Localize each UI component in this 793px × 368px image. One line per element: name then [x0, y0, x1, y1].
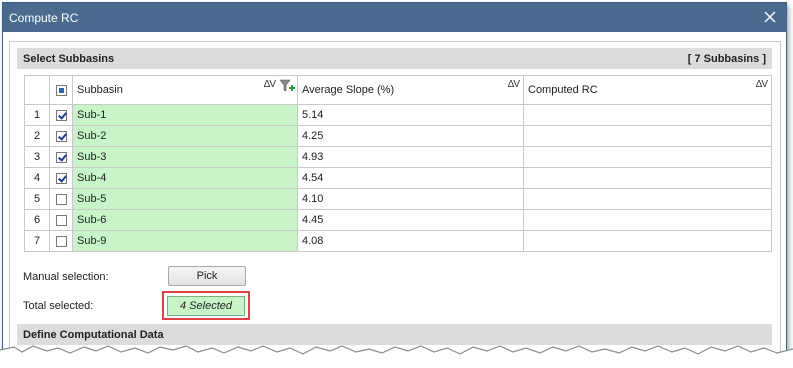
subbasin-name-cell[interactable]: Sub-3 [72, 146, 298, 168]
computed-rc-cell[interactable] [523, 209, 772, 231]
compute-rc-dialog: Compute RC Select Subbasins [ 7 Subbasin… [2, 2, 787, 358]
row-number: 4 [24, 167, 50, 189]
sort-icon[interactable]: ΔV [756, 79, 768, 90]
computed-rc-cell[interactable] [523, 188, 772, 210]
average-slope-cell[interactable]: 5.14 [297, 104, 524, 126]
row-checkbox[interactable] [55, 214, 67, 226]
column-header-average-slope[interactable]: Average Slope (%) ΔV [297, 75, 524, 105]
total-selected-value: 4 Selected [167, 296, 245, 316]
filter-add-icon[interactable] [279, 79, 295, 96]
row-checkbox[interactable] [55, 172, 67, 184]
total-selected-label: Total selected: [23, 300, 94, 312]
row-number: 3 [24, 146, 50, 168]
row-number: 1 [24, 104, 50, 126]
sort-icon[interactable]: ΔV [508, 79, 520, 90]
row-checkbox[interactable] [55, 235, 67, 247]
table-row[interactable]: 1 Sub-1 5.14 [24, 104, 772, 126]
row-checkbox[interactable] [55, 151, 67, 163]
row-number-header [24, 75, 50, 105]
computed-rc-cell[interactable] [523, 167, 772, 189]
row-checkbox[interactable] [55, 130, 67, 142]
table-row[interactable]: 4 Sub-4 4.54 [24, 167, 772, 189]
row-number: 6 [24, 209, 50, 231]
computed-rc-cell[interactable] [523, 104, 772, 126]
close-icon[interactable] [760, 7, 780, 27]
row-number: 7 [24, 230, 50, 252]
row-checkbox[interactable] [55, 109, 67, 121]
table-row[interactable]: 7 Sub-9 4.08 [24, 230, 772, 252]
select-all-checkbox[interactable] [55, 84, 67, 96]
column-header-subbasin[interactable]: Subbasin ΔV [72, 75, 298, 105]
average-slope-cell[interactable]: 4.25 [297, 125, 524, 147]
computed-rc-cell[interactable] [523, 146, 772, 168]
table-row[interactable]: 3 Sub-3 4.93 [24, 146, 772, 168]
row-checkbox[interactable] [55, 193, 67, 205]
subbasin-name-cell[interactable]: Sub-9 [72, 230, 298, 252]
row-number: 2 [24, 125, 50, 147]
subbasin-name-cell[interactable]: Sub-1 [72, 104, 298, 126]
subbasin-name-cell[interactable]: Sub-5 [72, 188, 298, 210]
subbasin-grid: Subbasin ΔV Average Slope (%) ΔV Compute… [24, 75, 772, 252]
section-title: Select Subbasins [23, 52, 115, 65]
torn-edge [0, 345, 793, 368]
table-row[interactable]: 5 Sub-5 4.10 [24, 188, 772, 210]
manual-selection-label: Manual selection: [23, 271, 109, 283]
computed-rc-cell[interactable] [523, 125, 772, 147]
select-all-header[interactable] [49, 75, 73, 105]
window-title: Compute RC [9, 10, 79, 25]
computed-rc-cell[interactable] [523, 230, 772, 252]
table-row[interactable]: 2 Sub-2 4.25 [24, 125, 772, 147]
section-header-select-subbasins[interactable]: Select Subbasins [ 7 Subbasins ] [17, 48, 772, 69]
dialog-content: Select Subbasins [ 7 Subbasins ] Subbasi… [9, 41, 781, 357]
grid-header-row: Subbasin ΔV Average Slope (%) ΔV Compute… [24, 75, 772, 105]
average-slope-cell[interactable]: 4.10 [297, 188, 524, 210]
title-bar: Compute RC [3, 3, 786, 32]
average-slope-cell[interactable]: 4.45 [297, 209, 524, 231]
column-header-computed-rc[interactable]: Computed RC ΔV [523, 75, 772, 105]
subbasin-name-cell[interactable]: Sub-4 [72, 167, 298, 189]
row-number: 5 [24, 188, 50, 210]
sort-icon[interactable]: ΔV [264, 79, 276, 90]
subbasin-name-cell[interactable]: Sub-2 [72, 125, 298, 147]
average-slope-cell[interactable]: 4.93 [297, 146, 524, 168]
pick-button[interactable]: Pick [168, 266, 246, 286]
average-slope-cell[interactable]: 4.54 [297, 167, 524, 189]
subbasin-count: [ 7 Subbasins ] [687, 52, 766, 65]
table-row[interactable]: 6 Sub-6 4.45 [24, 209, 772, 231]
subbasin-name-cell[interactable]: Sub-6 [72, 209, 298, 231]
average-slope-cell[interactable]: 4.08 [297, 230, 524, 252]
